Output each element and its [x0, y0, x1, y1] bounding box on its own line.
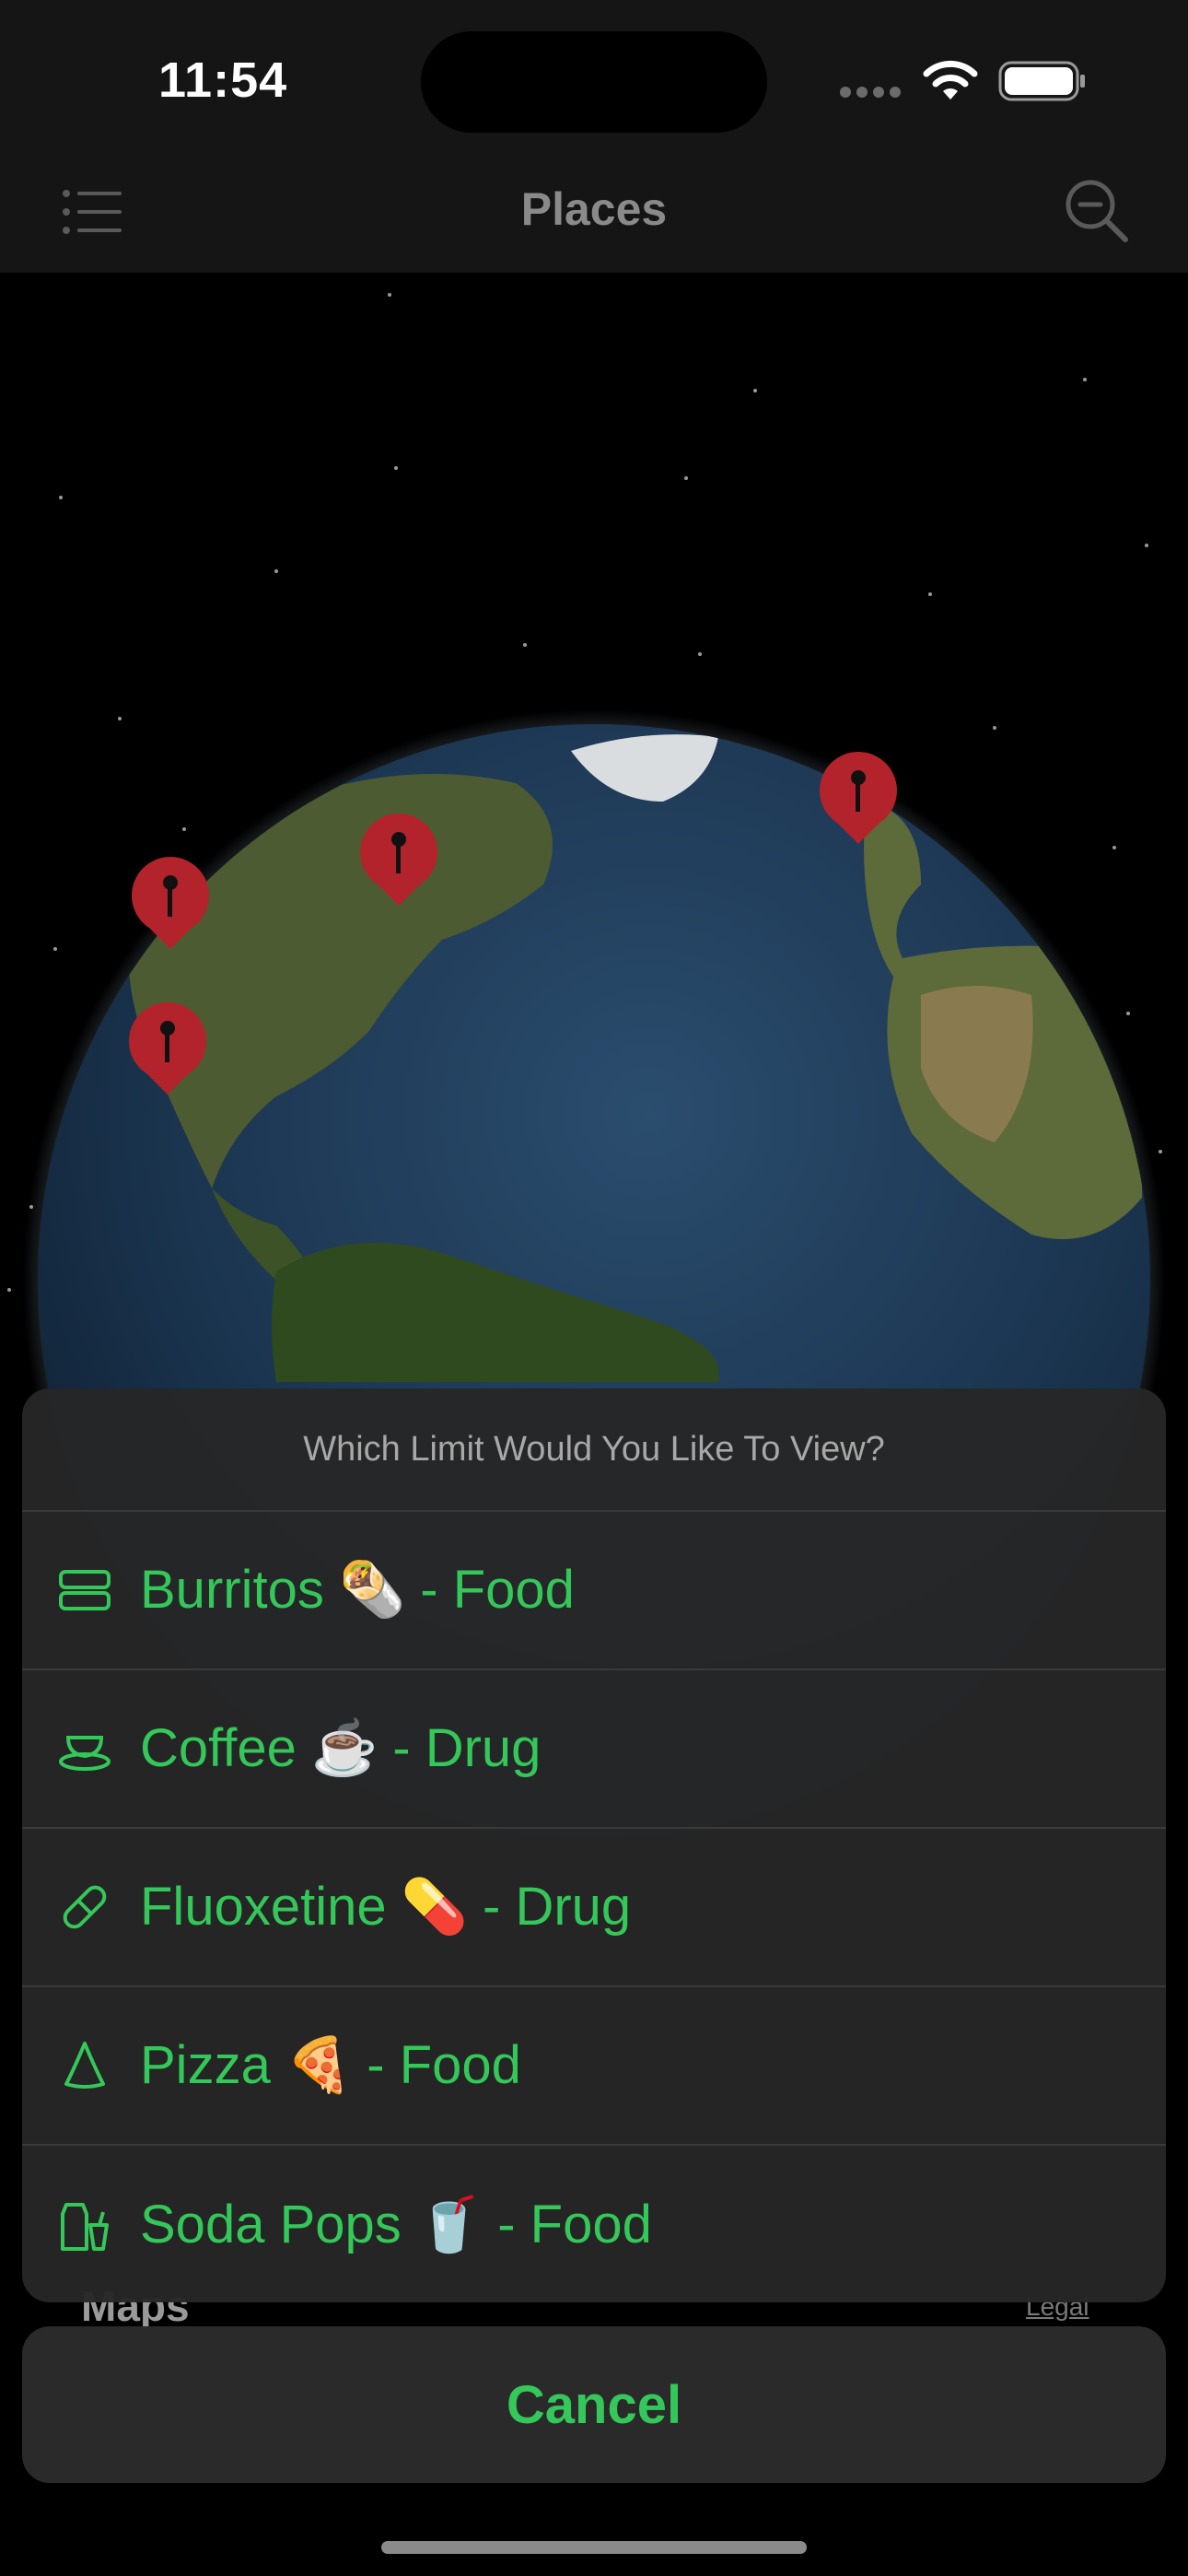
screen: Maps Legal 11:54 Places Which Limit Woul… — [0, 0, 1188, 2576]
action-item-label: Coffee ☕️ - Drug — [140, 1718, 542, 1778]
action-sheet-title: Which Limit Would You Like To View? — [22, 1388, 1166, 1512]
action-item-pizza[interactable]: Pizza 🍕 - Food — [22, 1987, 1166, 2146]
action-item-label: Fluoxetine 💊 - Drug — [140, 1877, 632, 1937]
action-sheet: Which Limit Would You Like To View? Burr… — [22, 1388, 1166, 2302]
status-time: 11:54 — [158, 53, 288, 108]
action-item-label: Burritos 🌯 - Food — [140, 1560, 575, 1620]
pizza-slice-icon — [64, 2042, 105, 2089]
battery-icon — [998, 61, 1085, 101]
burrito-icon — [59, 1570, 111, 1610]
action-item-soda-pops[interactable]: Soda Pops 🥤 - Food — [22, 2146, 1166, 2302]
cup-icon — [59, 1736, 111, 1771]
dynamic-island — [421, 31, 767, 133]
cellular-signal-icon — [840, 87, 901, 98]
pill-icon — [63, 1885, 107, 1929]
action-item-fluoxetine[interactable]: Fluoxetine 💊 - Drug — [22, 1829, 1166, 1987]
home-indicator[interactable] — [381, 2541, 807, 2554]
page-title: Places — [520, 183, 668, 235]
cancel-button[interactable]: Cancel — [22, 2326, 1166, 2483]
navigation-bar: Places — [0, 157, 1188, 273]
wifi-icon — [923, 60, 978, 100]
action-item-burritos[interactable]: Burritos 🌯 - Food — [22, 1512, 1166, 1670]
action-item-label: Pizza 🍕 - Food — [140, 2035, 521, 2095]
action-item-coffee[interactable]: Coffee ☕️ - Drug — [22, 1670, 1166, 1829]
action-item-label: Soda Pops 🥤 - Food — [140, 2195, 652, 2254]
drink-icon — [61, 2203, 109, 2251]
status-bar: 11:54 — [0, 0, 1188, 157]
zoom-out-search-icon[interactable] — [1065, 179, 1129, 243]
